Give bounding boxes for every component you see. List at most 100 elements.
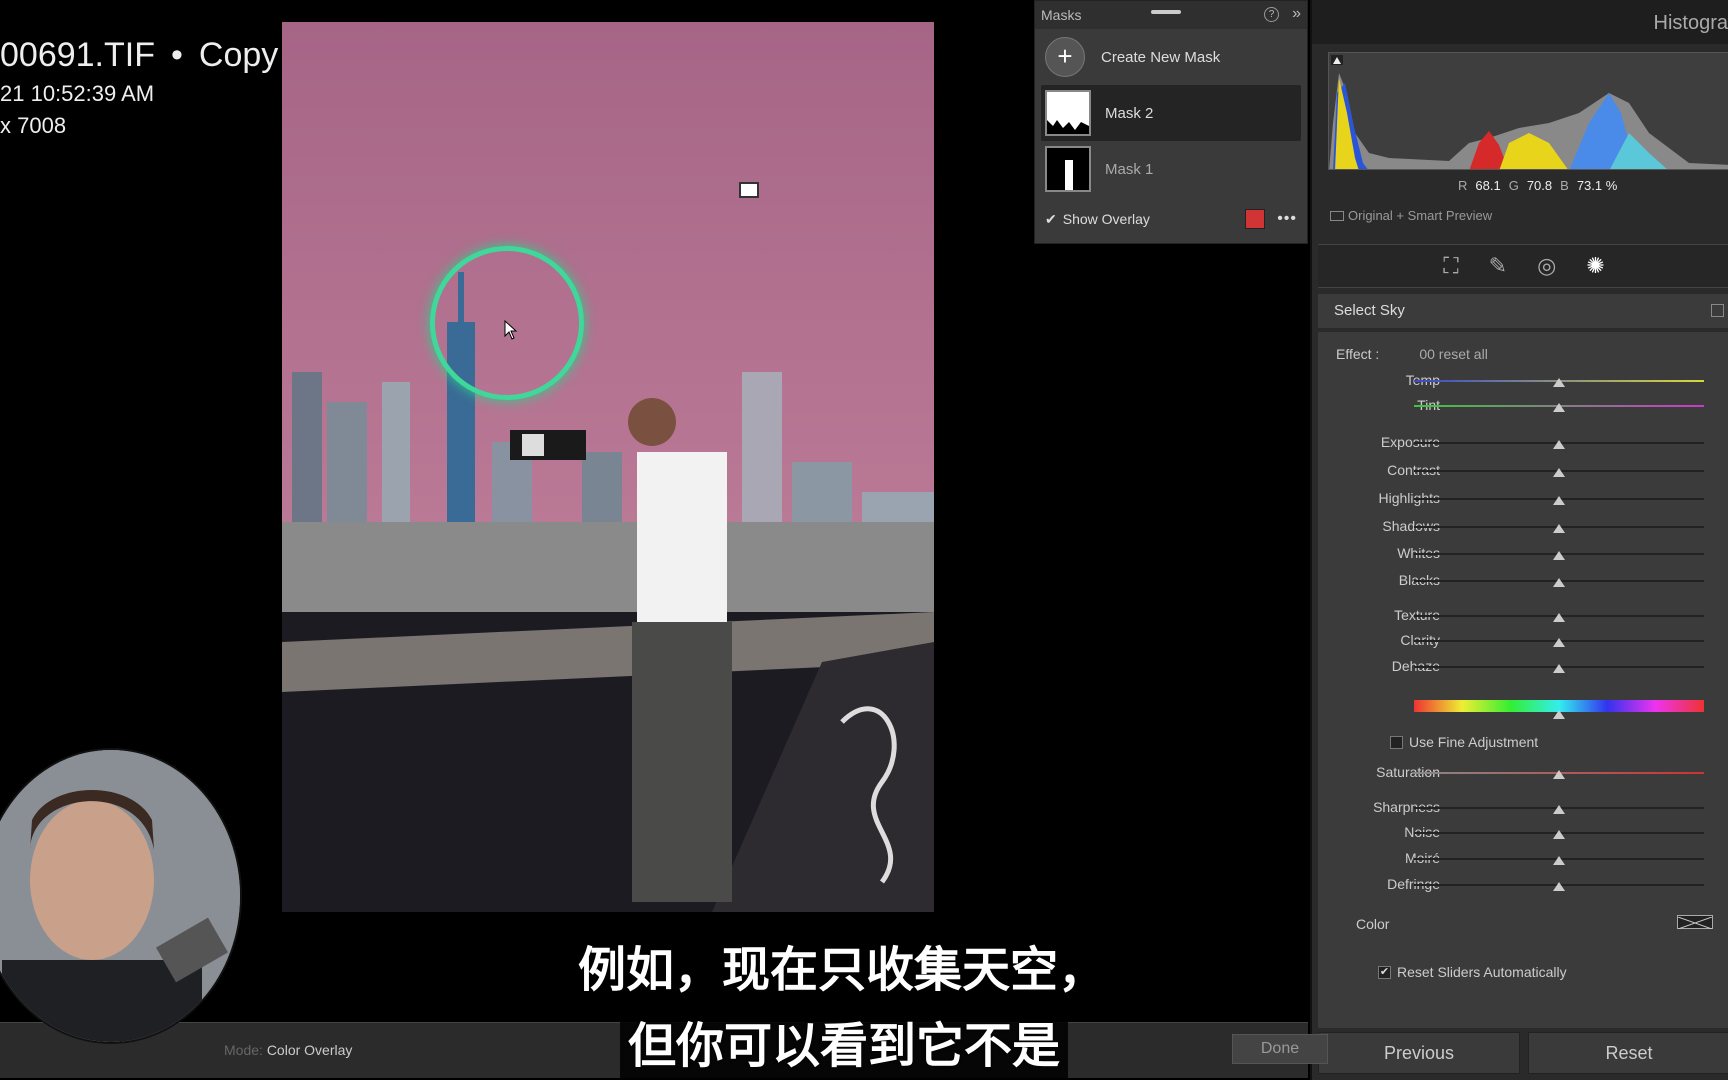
slider-clarity[interactable]: Clarity [1312, 630, 1728, 652]
filename: 00691.TIF [0, 36, 155, 74]
show-overlay-row: ✔ Show Overlay ••• [1035, 201, 1307, 237]
slider-highlights[interactable]: Highlights [1312, 488, 1728, 510]
slider-blacks[interactable]: Blacks [1312, 570, 1728, 592]
slider-thumb[interactable] [1553, 613, 1565, 622]
slider-contrast[interactable]: Contrast [1312, 460, 1728, 482]
slider-temp[interactable]: Temp [1312, 370, 1728, 392]
slider-thumb[interactable] [1553, 468, 1565, 477]
overlay-mode-label: Mode: [224, 1042, 263, 1058]
histogram [1328, 52, 1728, 170]
mask-item-mask-1[interactable]: Mask 1 [1035, 141, 1307, 197]
slider-dehaze[interactable]: Dehaze [1312, 656, 1728, 678]
slider-thumb[interactable] [1553, 440, 1565, 449]
slider-moir[interactable]: Moiré [1312, 848, 1728, 870]
checkmark-icon[interactable]: ✔ [1378, 965, 1391, 979]
effect-preset-dropdown[interactable]: 00 reset all [1419, 346, 1487, 362]
slider-whites[interactable]: Whites [1312, 543, 1728, 565]
help-icon[interactable]: ? [1264, 7, 1279, 22]
original-smart-preview[interactable]: Original + Smart Preview [1330, 208, 1492, 223]
mask-thumbnail [1045, 146, 1091, 192]
slider-thumb[interactable] [1553, 496, 1565, 505]
photo-image [282, 22, 934, 912]
webcam-overlay [0, 748, 242, 1044]
mask-name: Mask 2 [1105, 104, 1154, 122]
footer-buttons: Previous Reset [1318, 1032, 1728, 1074]
slider-tint[interactable]: Tint [1312, 395, 1728, 417]
color-swatch-none[interactable] [1677, 915, 1713, 930]
slider-hue[interactable]: Hue [1312, 696, 1728, 719]
create-mask-label: Create New Mask [1101, 48, 1221, 66]
toggle-icon[interactable] [1711, 304, 1724, 317]
slider-thumb[interactable] [1553, 770, 1565, 779]
rgb-readout: R 68.1 G 70.8 B 73.1 % [1458, 178, 1617, 193]
slider-sharpness[interactable]: Sharpness [1312, 797, 1728, 819]
slider-exposure[interactable]: Exposure [1312, 432, 1728, 454]
overlay-color-swatch[interactable] [1245, 209, 1266, 229]
filename-line: 00691.TIF • Copy 1 [0, 36, 307, 75]
slider-thumb[interactable] [1553, 664, 1565, 673]
color-label: Color [1356, 916, 1390, 932]
photo-canvas[interactable] [282, 22, 934, 912]
slider-thumb[interactable] [1553, 403, 1565, 412]
slider-saturation[interactable]: Saturation [1312, 762, 1728, 784]
slider-thumb[interactable] [1553, 856, 1565, 865]
slider-thumb[interactable] [1553, 524, 1565, 533]
masking-icon[interactable]: ✺ [1586, 253, 1604, 279]
show-overlay-label[interactable]: Show Overlay [1063, 211, 1150, 227]
subtitle-line-2: 但你可以看到它不是 [620, 1004, 1069, 1078]
slider-noise[interactable]: Noise [1312, 822, 1728, 844]
dimensions: x 7008 [0, 113, 67, 138]
plus-icon: + [1045, 37, 1085, 77]
effect-row: Effect : 00 reset all [1336, 346, 1488, 362]
checkbox[interactable] [1390, 735, 1403, 749]
slider-thumb[interactable] [1553, 378, 1565, 387]
slider-thumb[interactable] [1553, 710, 1565, 719]
separator: • [170, 36, 183, 74]
reset-sliders-label: Reset Sliders Automatically [1397, 964, 1567, 980]
collapse-icon[interactable]: » [1292, 5, 1301, 23]
masks-panel-header[interactable]: Masks ? » [1035, 1, 1307, 29]
overlay-mode-value: Color Overlay [266, 1042, 353, 1058]
tool-strip: ⛶ ✎ ◎ ✺ [1318, 244, 1728, 288]
drag-handle-icon[interactable] [1151, 10, 1181, 14]
fine-adjust-label: Use Fine Adjustment [1409, 734, 1539, 750]
checkmark-icon[interactable]: ✔ [1045, 211, 1057, 228]
previous-button[interactable]: Previous [1318, 1032, 1520, 1074]
preview-label: Original + Smart Preview [1348, 208, 1493, 223]
slider-thumb[interactable] [1553, 578, 1565, 587]
heal-icon[interactable]: ✎ [1489, 253, 1507, 279]
slider-thumb[interactable] [1553, 882, 1565, 891]
timestamp: 21 10:52:39 AM [0, 81, 155, 106]
slider-shadows[interactable]: Shadows [1312, 516, 1728, 538]
select-sky-header[interactable]: Select Sky [1318, 294, 1728, 328]
slider-thumb[interactable] [1553, 805, 1565, 814]
more-options-icon[interactable]: ••• [1277, 210, 1297, 228]
slider-defringe[interactable]: Defringe [1312, 874, 1728, 896]
slider-texture[interactable]: Texture [1312, 605, 1728, 627]
r-label: R [1458, 178, 1468, 193]
reset-sliders-row[interactable]: ✔ Reset Sliders Automatically [1378, 964, 1567, 980]
red-eye-icon[interactable]: ◎ [1537, 253, 1556, 279]
effect-label: Effect : [1336, 346, 1380, 362]
fine-adjustment-row[interactable]: Use Fine Adjustment [1390, 734, 1538, 750]
create-new-mask-button[interactable]: + Create New Mask [1035, 29, 1307, 85]
mouse-pointer-icon [504, 320, 518, 340]
b-label: B [1560, 178, 1569, 193]
overlay-mode-dropdown[interactable]: Mode: Color Overlay [224, 1042, 352, 1058]
slider-thumb[interactable] [1553, 638, 1565, 647]
crop-icon[interactable]: ⛶ [1443, 253, 1458, 279]
r-value: 68.1 [1475, 178, 1501, 193]
mask-item-mask-2[interactable]: Mask 2 [1041, 85, 1301, 141]
mask-pin-icon[interactable] [739, 182, 759, 198]
histogram-header[interactable]: Histogra [1312, 0, 1728, 44]
slider-thumb[interactable] [1553, 551, 1565, 560]
g-value: 70.8 [1526, 178, 1553, 193]
preview-icon [1330, 210, 1344, 221]
reset-button[interactable]: Reset [1528, 1032, 1728, 1074]
done-button[interactable]: Done [1232, 1034, 1328, 1064]
g-label: G [1508, 178, 1519, 193]
masks-panel: Masks ? » + Create New Mask Mask 2 Mask … [1034, 0, 1308, 244]
mask-thumbnail [1045, 90, 1091, 136]
develop-panel: Histogra R 68.1 G 70.8 B 73.1 % Original + … [1310, 0, 1728, 1080]
slider-thumb[interactable] [1553, 830, 1565, 839]
